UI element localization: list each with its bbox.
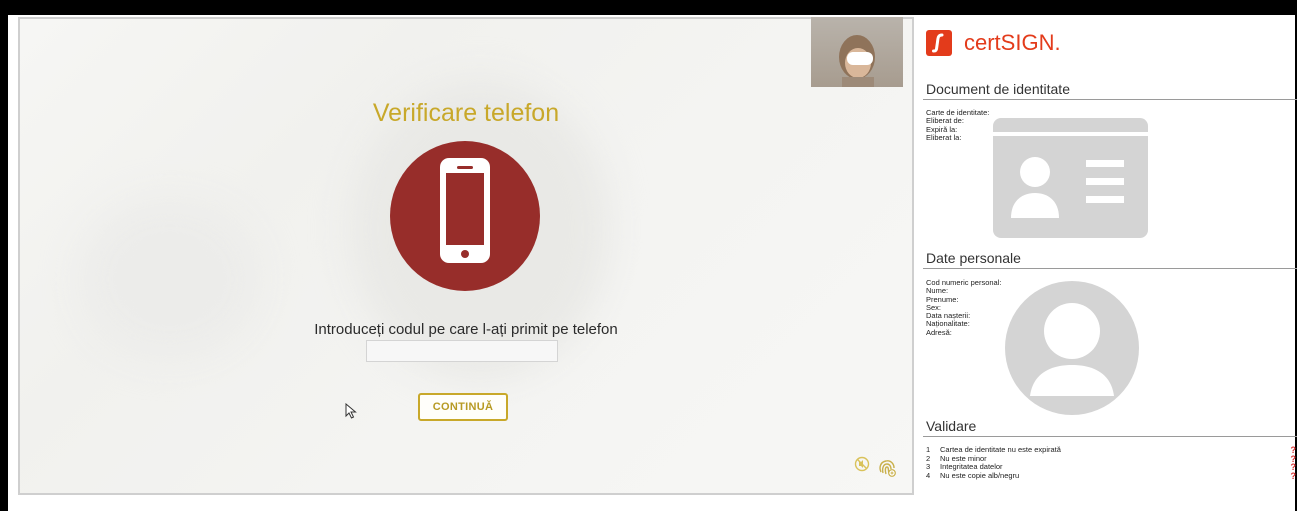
fingerprint-icon[interactable] <box>876 456 898 483</box>
validation-item: 4 Nu este copie alb/negru ? <box>926 470 1297 481</box>
brand-name: certSIGN <box>964 30 1055 55</box>
validation-list: 1 Cartea de identitate nu este expirată … <box>926 445 1297 481</box>
smartphone-icon <box>390 141 540 291</box>
divider <box>923 268 1297 269</box>
personal-field: Adresă: <box>926 327 952 337</box>
phone-code-input[interactable] <box>366 340 558 362</box>
document-section-title: Document de identitate <box>926 81 1070 97</box>
person-avatar-icon <box>1005 281 1139 415</box>
divider <box>923 436 1297 437</box>
personal-fields: Cod numeric personal: Nume: Prenume: Sex… <box>926 278 1001 337</box>
brand: certSIGN. <box>926 30 1061 56</box>
divider <box>923 99 1297 100</box>
mouse-cursor-icon <box>345 402 357 424</box>
verification-panel: Verificare telefon Introduceți codul pe … <box>18 17 914 495</box>
id-card-icon <box>993 118 1148 238</box>
validation-section-title: Validare <box>926 418 977 434</box>
corner-icons <box>854 456 898 483</box>
continue-button[interactable]: CONTINUĂ <box>418 393 508 421</box>
document-field: Eliberat la: <box>926 132 962 142</box>
info-sidebar: certSIGN. Document de identitate Carte d… <box>918 15 1297 511</box>
document-fields: Carte de identitate: Eliberat de: Expiră… <box>926 108 989 142</box>
certsign-logo-icon <box>926 30 952 56</box>
page-title: Verificare telefon <box>372 99 560 127</box>
status-unknown: ? <box>1290 470 1297 481</box>
no-sound-icon[interactable] <box>854 456 870 483</box>
instruction-text: Introduceți codul pe care l-ați primit p… <box>314 321 618 338</box>
personal-section-title: Date personale <box>926 250 1021 266</box>
webcam-preview <box>811 17 903 87</box>
